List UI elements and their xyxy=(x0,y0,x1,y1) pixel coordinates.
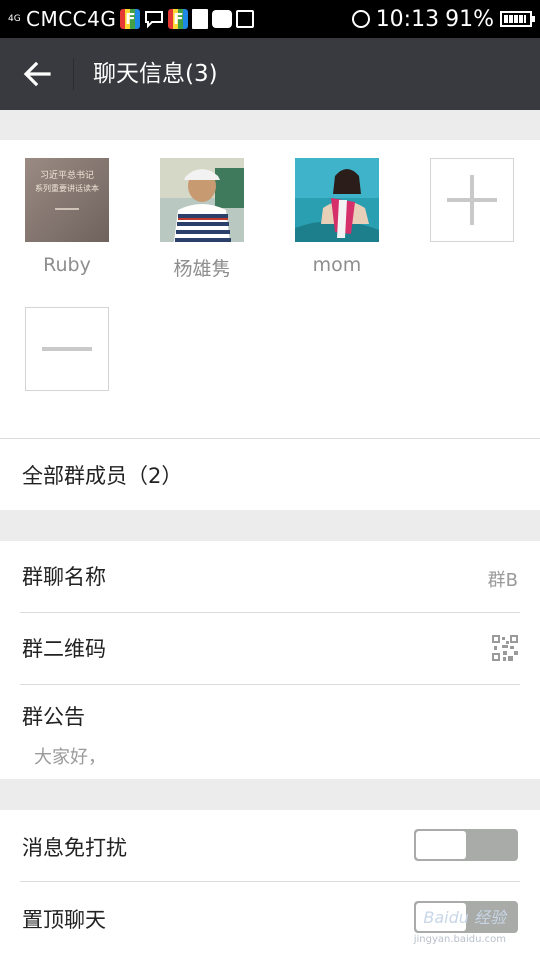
pin-label: 置顶聊天 xyxy=(22,908,106,932)
qr-code-icon xyxy=(492,635,518,661)
sms-icon xyxy=(144,9,164,29)
qr-code-row[interactable]: 群二维码 xyxy=(0,613,540,684)
back-arrow-icon[interactable] xyxy=(22,60,52,88)
announcement-label: 群公告 xyxy=(22,705,85,729)
page-title: 聊天信息(3) xyxy=(93,61,218,87)
announcement-row[interactable]: 群公告 大家好， xyxy=(0,685,540,779)
carrier-name: CMCC4G xyxy=(26,7,117,31)
member-name: 杨雄隽 xyxy=(173,258,231,280)
plus-icon xyxy=(447,175,497,225)
signal-icon: 4G xyxy=(8,13,21,24)
avatar: 习近平总书记 系列重要讲话读本 xyxy=(25,158,109,242)
add-member-button[interactable] xyxy=(430,158,514,242)
qr-code-label: 群二维码 xyxy=(22,637,106,661)
camera-icon xyxy=(236,10,255,28)
all-members-label: 全部群成员（2） xyxy=(22,464,183,488)
all-members-row[interactable]: 全部群成员（2） xyxy=(0,439,540,510)
remove-member-button[interactable] xyxy=(25,307,109,391)
mute-row: 消息免打扰 xyxy=(0,810,540,881)
status-bar: 4G CMCC4G 10:13 91% xyxy=(0,0,540,38)
member-name: Ruby xyxy=(43,254,91,276)
minus-icon xyxy=(42,347,92,351)
group-name-row[interactable]: 群聊名称 群B xyxy=(0,541,540,612)
group-name-label: 群聊名称 xyxy=(22,565,106,589)
mute-toggle[interactable] xyxy=(414,829,518,861)
avatar xyxy=(160,158,244,242)
member-mom[interactable]: mom xyxy=(295,158,379,276)
document-icon xyxy=(192,9,209,29)
status-left: 4G CMCC4G xyxy=(8,0,255,38)
battery-icon xyxy=(500,11,535,27)
message-icon xyxy=(212,10,233,28)
toggle-knob xyxy=(416,831,466,859)
book-title-line-2: 系列重要讲话读本 xyxy=(35,183,99,193)
mute-label: 消息免打扰 xyxy=(22,836,127,860)
status-right: 10:13 91% xyxy=(351,0,535,38)
member-ruby[interactable]: 习近平总书记 系列重要讲话读本 Ruby xyxy=(25,158,109,276)
member-yang[interactable]: 杨雄隽 xyxy=(160,158,244,281)
group-settings-section: 群聊名称 群B 群二维码 群公告 大家好， xyxy=(0,541,540,779)
header-bar: 聊天信息(3) xyxy=(0,38,540,110)
header-divider xyxy=(73,58,74,90)
watermark-url: jingyan.baidu.com xyxy=(413,934,506,945)
clock-time: 10:13 xyxy=(375,6,440,32)
alarm-icon xyxy=(351,10,370,28)
group-name-value: 群B xyxy=(487,570,518,591)
announcement-text: 大家好， xyxy=(34,747,106,768)
battery-percent: 91% xyxy=(445,6,494,32)
watermark-text: Baidu 经验 xyxy=(423,908,506,927)
avatar xyxy=(295,158,379,242)
member-name: mom xyxy=(312,254,362,276)
book-title-line-1: 习近平总书记 xyxy=(40,169,94,181)
f-app-icon xyxy=(120,9,141,29)
members-panel: 习近平总书记 系列重要讲话读本 Ruby 杨雄隽 mom xyxy=(0,140,540,438)
f-app-icon xyxy=(168,9,189,29)
